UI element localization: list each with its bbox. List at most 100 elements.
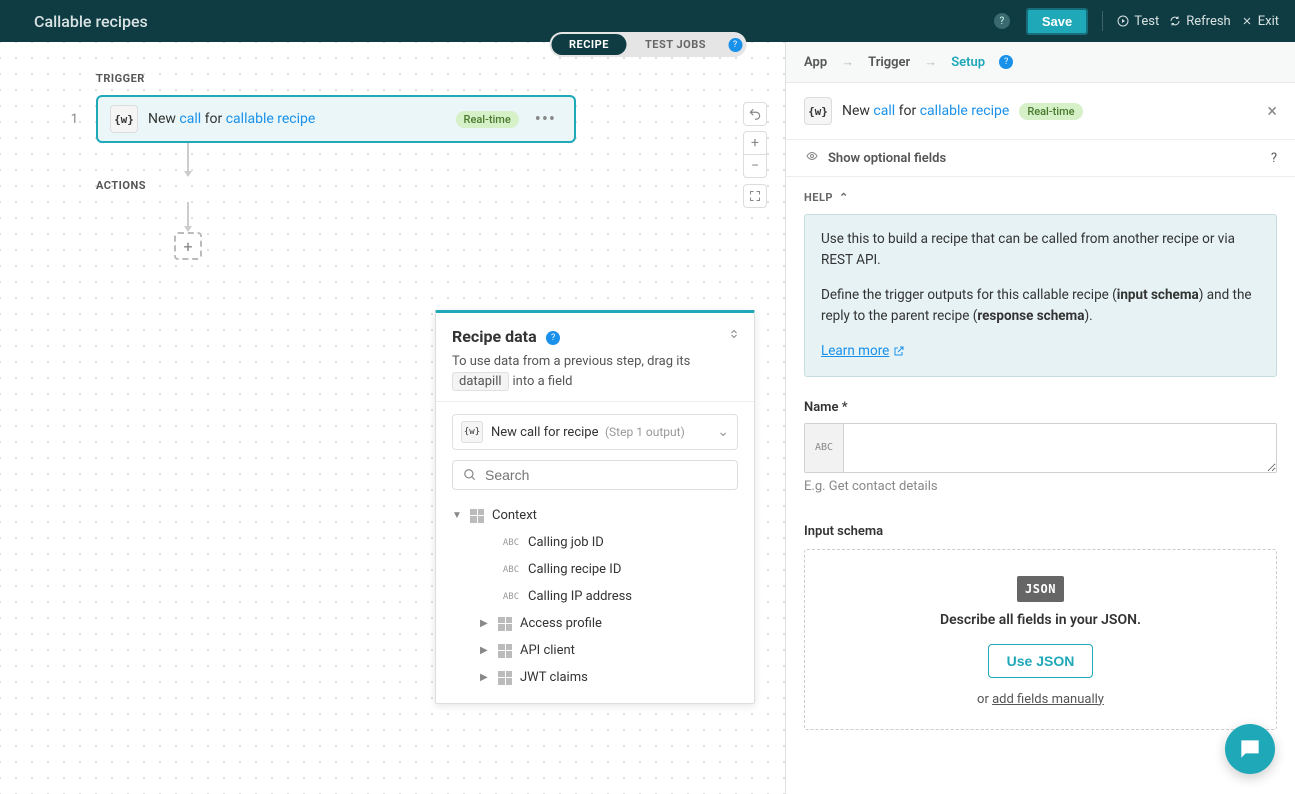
help-icon[interactable]: ? (546, 331, 560, 345)
right-panel: App → Trigger → Setup ? {w} New call for… (785, 42, 1295, 794)
trigger-summary: {w} New call for callable recipe Real-ti… (786, 83, 1295, 140)
name-input[interactable] (844, 424, 1276, 472)
abc-icon: ABC (502, 538, 520, 548)
name-label: Name * (804, 400, 848, 415)
chevron-right-icon: ▶ (480, 618, 490, 629)
close-icon[interactable]: × (1267, 101, 1277, 122)
divider (1102, 11, 1103, 31)
more-icon[interactable]: ••• (529, 109, 562, 130)
workato-icon: {w} (461, 421, 483, 443)
help-icon[interactable]: ? (728, 38, 742, 52)
refresh-label: Refresh (1186, 14, 1230, 29)
help-box: Use this to build a recipe that can be c… (804, 214, 1277, 377)
fit-button[interactable] (743, 184, 767, 208)
connector (187, 202, 189, 228)
trigger-card[interactable]: {w} New call for callable recipe Real-ti… (96, 95, 576, 143)
chevron-right-icon: ▶ (480, 645, 490, 656)
help-icon[interactable]: ? (1271, 151, 1277, 166)
eye-icon (804, 150, 820, 166)
main: + − TRIGGER 1 {w} New call for callable … (0, 42, 1295, 794)
realtime-badge: Real-time (1019, 103, 1082, 120)
trigger-step: 1 {w} New call for callable recipe Real-… (68, 95, 785, 143)
step-number: 1 (68, 112, 78, 127)
zoom-in-button[interactable]: + (743, 131, 767, 155)
schema-dropzone: JSON Describe all fields in your JSON. U… (804, 549, 1277, 730)
exit-label: Exit (1258, 14, 1279, 29)
chevron-right-icon: ▶ (480, 672, 490, 683)
crumb-setup[interactable]: Setup (951, 55, 985, 70)
chevron-down-icon: ⌄ (717, 424, 729, 440)
play-icon (1117, 15, 1129, 27)
schema-label: Input schema (804, 524, 1277, 539)
refresh-button[interactable]: Refresh (1169, 14, 1230, 29)
tree-node[interactable]: ▶JWT claims (452, 664, 738, 691)
use-json-button[interactable]: Use JSON (988, 644, 1094, 678)
object-icon (470, 509, 484, 523)
schema-desc: Describe all fields in your JSON. (821, 612, 1260, 628)
workato-icon: {w} (110, 105, 138, 133)
chat-icon (1237, 736, 1263, 762)
tree-node[interactable]: ▶API client (452, 637, 738, 664)
trigger-text: New call for callable recipe (148, 111, 446, 127)
search-input[interactable] (485, 467, 727, 483)
tree-leaf[interactable]: ABCCalling recipe ID (452, 556, 738, 583)
object-icon (498, 644, 512, 658)
name-input-wrap[interactable]: ABC (804, 423, 1277, 473)
arrow-icon: → (924, 54, 937, 70)
datapill-chip: datapill (452, 372, 509, 391)
add-action-button[interactable]: + (174, 232, 202, 260)
collapse-icon[interactable] (728, 327, 740, 345)
crumb-trigger[interactable]: Trigger (868, 55, 910, 70)
name-field: Name * ABC E.g. Get contact details (804, 399, 1277, 494)
abc-icon: ABC (502, 592, 520, 602)
refresh-icon (1169, 15, 1181, 27)
optional-label: Show optional fields (828, 151, 946, 166)
tab-test-jobs[interactable]: TEST JOBS (627, 34, 724, 55)
help-icon[interactable]: ? (994, 13, 1010, 29)
recipe-data-desc: To use data from a previous step, drag i… (452, 352, 738, 391)
chevron-down-icon: ▼ (452, 510, 462, 521)
abc-icon: ABC (502, 565, 520, 575)
input-schema-section: Input schema JSON Describe all fields in… (804, 524, 1277, 730)
save-button[interactable]: Save (1026, 8, 1088, 35)
recipe-data-header: Recipe data ? To use data from a previou… (436, 313, 754, 402)
test-button[interactable]: Test (1117, 14, 1159, 29)
tree-leaf[interactable]: ABCCalling job ID (452, 529, 738, 556)
workato-icon: {w} (804, 97, 832, 125)
search-field[interactable] (452, 460, 738, 490)
connector (187, 143, 189, 173)
name-hint: E.g. Get contact details (804, 479, 1277, 494)
help-text: Define the trigger outputs for this call… (821, 285, 1260, 327)
show-optional-toggle[interactable]: Show optional fields ? (786, 140, 1295, 177)
canvas: + − TRIGGER 1 {w} New call for callable … (0, 42, 785, 794)
breadcrumb: App → Trigger → Setup ? (786, 42, 1295, 83)
help-icon[interactable]: ? (999, 55, 1013, 69)
recipe-data-body: {w} New call for recipe (Step 1 output) … (436, 402, 754, 703)
crumb-app[interactable]: App (804, 55, 827, 70)
setup-content: HELP ⌃ Use this to build a recipe that c… (786, 177, 1295, 794)
step-output-selector[interactable]: {w} New call for recipe (Step 1 output) … (452, 414, 738, 450)
schema-or: or add fields manually (821, 692, 1260, 707)
json-icon: JSON (1017, 576, 1064, 602)
tabs-pill: RECIPE TEST JOBS ? (549, 32, 746, 57)
recipe-data-title: Recipe data (452, 327, 537, 346)
add-fields-manually-link[interactable]: add fields manually (992, 692, 1104, 707)
chat-button[interactable] (1225, 724, 1275, 774)
object-icon (498, 671, 512, 685)
undo-button[interactable] (743, 102, 767, 126)
tree-node-context[interactable]: ▼ Context (452, 502, 738, 529)
zoom-out-button[interactable]: − (743, 154, 767, 178)
tree-leaf[interactable]: ABCCalling IP address (452, 583, 738, 610)
learn-more-link[interactable]: Learn more (821, 341, 905, 362)
help-section-toggle[interactable]: HELP ⌃ (804, 191, 1277, 204)
exit-button[interactable]: Exit (1241, 14, 1279, 29)
tab-recipe[interactable]: RECIPE (551, 34, 627, 55)
recipe-data-panel: Recipe data ? To use data from a previou… (435, 310, 755, 704)
topbar-actions: ? Save Test Refresh Exit (994, 8, 1279, 35)
realtime-badge: Real-time (456, 111, 519, 128)
tree-node[interactable]: ▶Access profile (452, 610, 738, 637)
arrow-icon: → (841, 54, 854, 70)
test-label: Test (1134, 14, 1159, 29)
abc-icon: ABC (805, 424, 844, 472)
actions-section-label: ACTIONS (96, 179, 785, 192)
